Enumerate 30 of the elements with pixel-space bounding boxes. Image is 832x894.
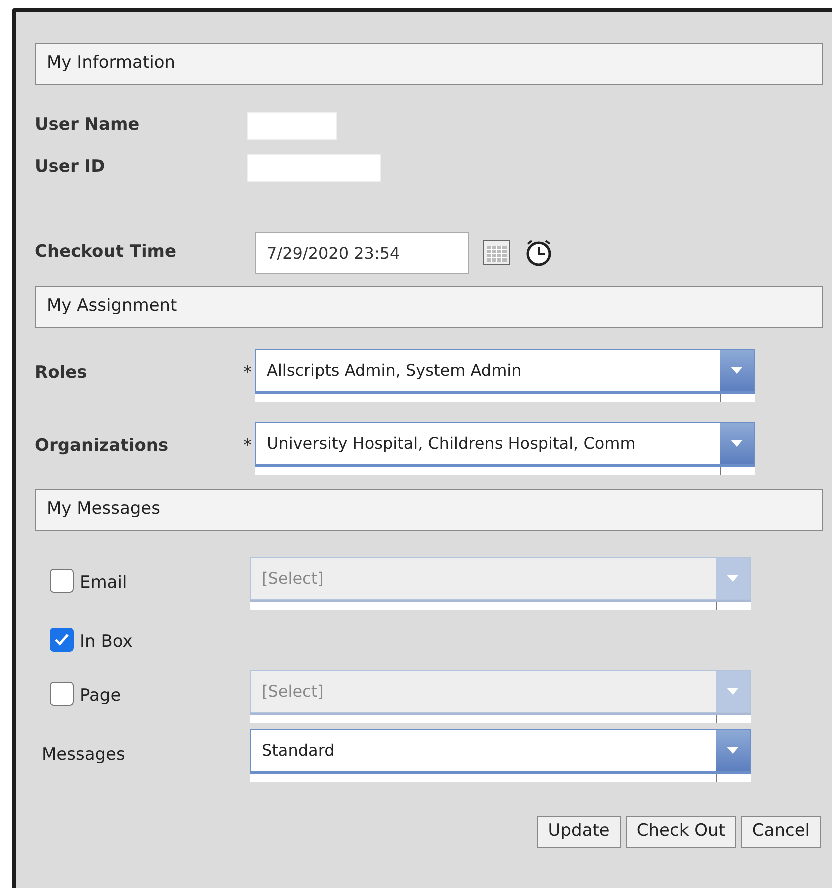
caret-icon	[720, 423, 754, 464]
dialog-button[interactable]: Cancel	[741, 816, 821, 848]
checkbox-label: Email	[80, 572, 128, 596]
calendar-icon[interactable]	[483, 240, 511, 266]
field-label: Roles	[35, 362, 88, 385]
text-field[interactable]	[247, 112, 337, 140]
section-header: My Information	[35, 43, 823, 85]
caret-icon	[720, 350, 754, 391]
checkbox[interactable]	[50, 569, 74, 593]
field-label: User Name	[35, 114, 141, 138]
date-time-field[interactable]: 7/29/2020 23:54	[255, 232, 469, 274]
required-mark: *	[242, 435, 253, 458]
dialog-button[interactable]: Check Out	[626, 816, 736, 848]
caret-icon	[716, 558, 750, 599]
field-label: User ID	[35, 156, 106, 180]
field-label: Messages	[41, 744, 126, 767]
checkbox-label: In Box	[80, 631, 133, 654]
field-label: Checkout Time	[35, 241, 178, 264]
section-header: My Messages	[35, 489, 823, 531]
checkbox[interactable]	[50, 682, 74, 706]
required-mark: *	[242, 362, 253, 385]
dialog-button[interactable]: Update	[537, 816, 621, 848]
section-header: My Assignment	[35, 286, 823, 328]
caret-icon	[716, 730, 750, 771]
field-label: Organizations	[35, 435, 170, 458]
text-field[interactable]	[247, 154, 381, 182]
checkbox-label: Page	[80, 685, 122, 708]
checkbox[interactable]	[50, 628, 74, 652]
check-icon	[54, 633, 70, 647]
caret-icon	[716, 671, 750, 712]
